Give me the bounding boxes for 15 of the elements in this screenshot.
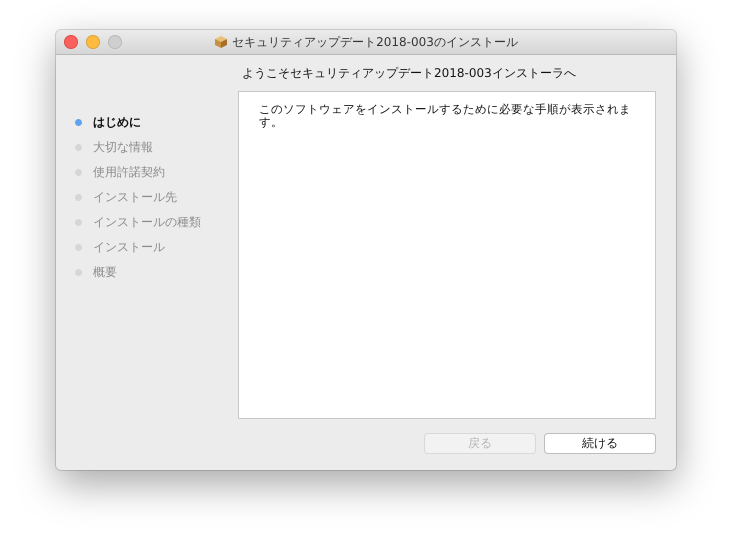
close-button[interactable] [64,35,78,49]
zoom-button[interactable] [108,35,122,49]
step-label: インストールの種類 [93,214,201,230]
step-label: 大切な情報 [93,138,153,156]
package-icon [214,35,228,49]
step-label: インストール先 [93,188,177,206]
minimize-button[interactable] [86,35,100,49]
step-label: 概要 [93,264,117,280]
step-label: 使用許諾契約 [93,164,165,180]
step-label: はじめに [93,114,141,130]
window-title: セキュリティアップデート2018-003のインストール [232,34,518,50]
welcome-heading: ようこそセキュリティアップデート2018-003インストーラへ [241,64,577,82]
intro-text: このソフトウェアをインストールするために必要な手順が表示されます。 [259,103,632,129]
step-label: インストール [93,238,165,256]
continue-button[interactable]: 続ける [544,433,656,454]
